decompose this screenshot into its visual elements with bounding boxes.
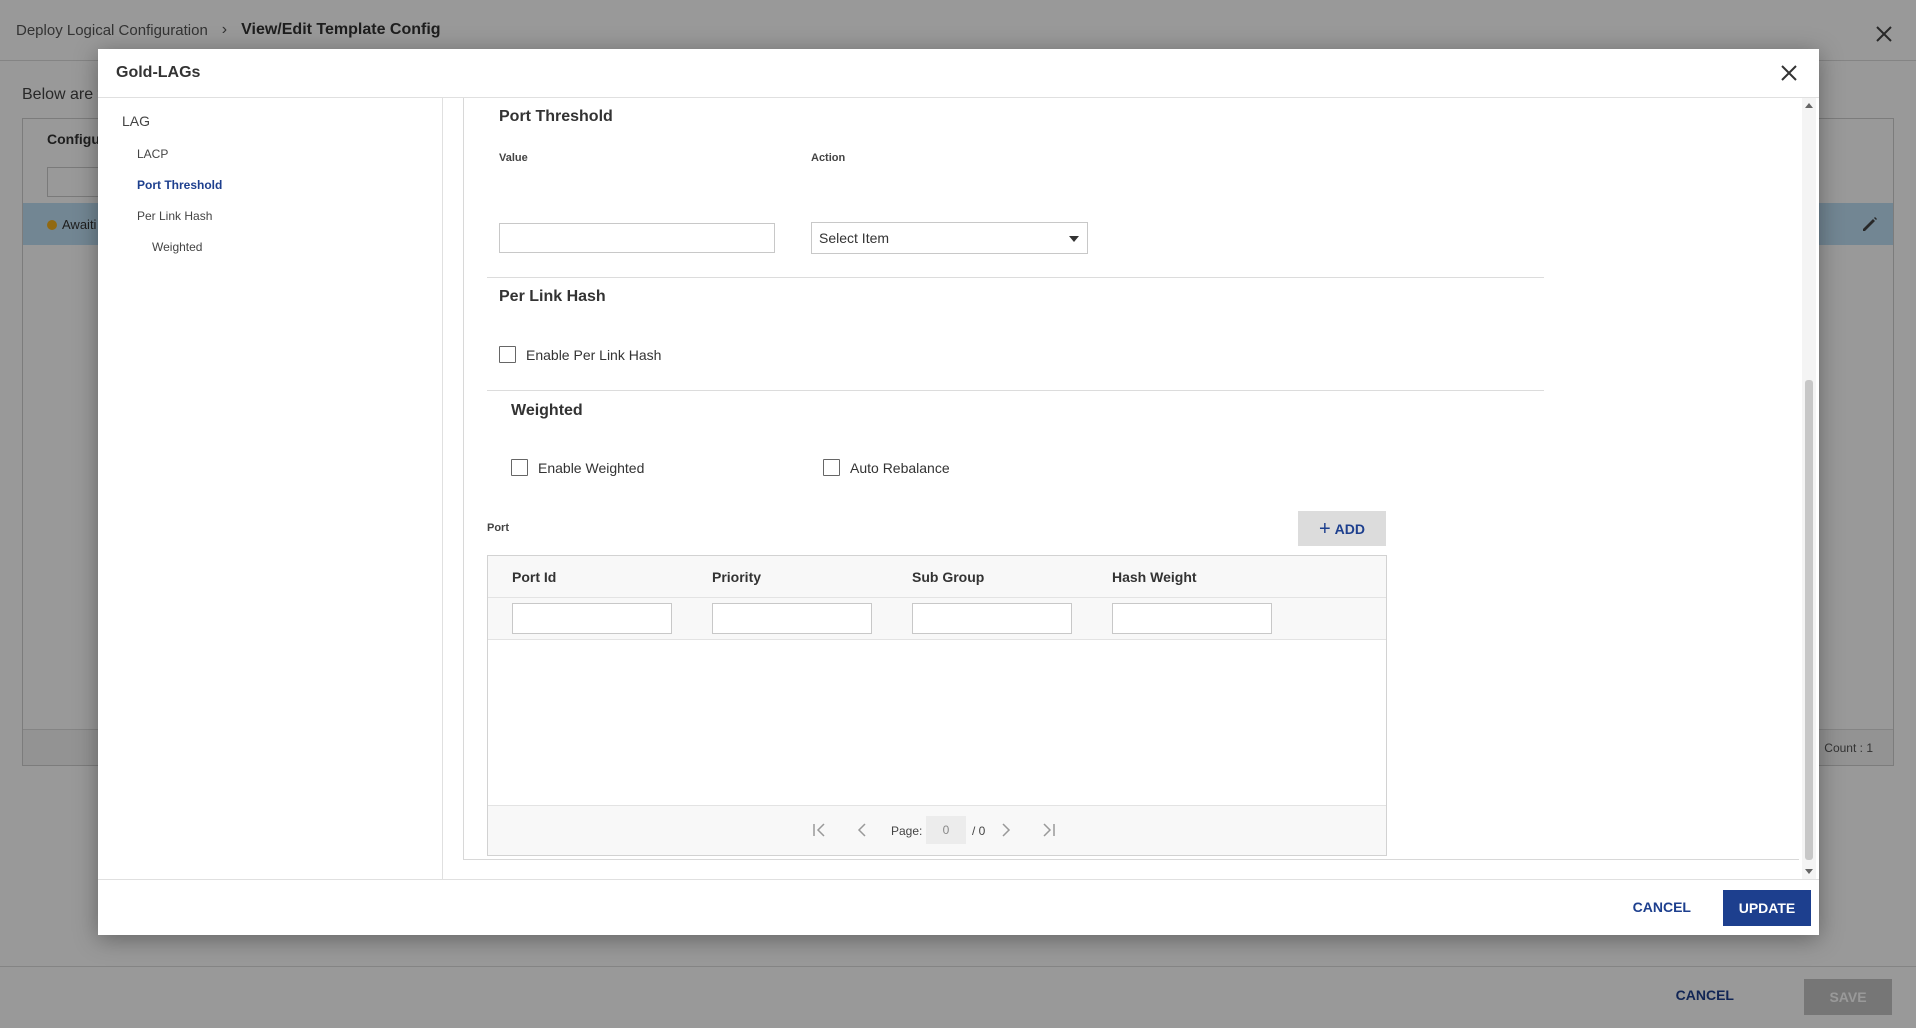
- column-header-hash-weight[interactable]: Hash Weight: [1112, 569, 1197, 585]
- port-threshold-title: Port Threshold: [499, 108, 613, 125]
- port-id-filter-input[interactable]: [512, 603, 672, 634]
- enable-weighted-checkbox[interactable]: Enable Weighted: [511, 459, 644, 476]
- nav-item-port-threshold[interactable]: Port Threshold: [137, 178, 222, 192]
- checkbox-label: Enable Weighted: [538, 459, 645, 476]
- section-divider: [487, 277, 1544, 278]
- form-scroll-area: Port Threshold Value Action Select Item …: [464, 98, 1799, 859]
- add-port-button[interactable]: + ADD: [1298, 511, 1386, 546]
- page-number-input[interactable]: 0: [926, 816, 966, 844]
- dialog-header: Gold-LAGs: [98, 49, 1819, 98]
- sub-group-filter-input[interactable]: [912, 603, 1072, 634]
- nav-item-lacp[interactable]: LACP: [137, 147, 168, 161]
- column-header-port-id[interactable]: Port Id: [512, 569, 556, 585]
- port-table: Port Id Priority Sub Group Hash Weight P…: [487, 555, 1387, 856]
- action-label: Action: [811, 152, 846, 164]
- value-label: Value: [499, 152, 528, 164]
- table-header-row: Port Id Priority Sub Group Hash Weight: [488, 556, 1386, 598]
- scroll-up-arrow-icon[interactable]: [1805, 103, 1813, 108]
- column-header-sub-group[interactable]: Sub Group: [912, 569, 984, 585]
- table-pager: Page: 0 / 0: [488, 805, 1386, 855]
- weighted-title: Weighted: [511, 402, 583, 419]
- checkbox-label: Enable Per Link Hash: [526, 346, 662, 363]
- section-divider: [487, 390, 1544, 391]
- column-header-priority[interactable]: Priority: [712, 569, 761, 585]
- hash-weight-filter-input[interactable]: [1112, 603, 1272, 634]
- checkbox-box[interactable]: [823, 459, 840, 476]
- checkbox-box[interactable]: [499, 346, 516, 363]
- first-page-icon[interactable]: [810, 821, 828, 839]
- action-select[interactable]: Select Item: [811, 222, 1088, 254]
- add-button-label: ADD: [1334, 520, 1366, 537]
- per-link-hash-title: Per Link Hash: [499, 288, 606, 305]
- dialog-title: Gold-LAGs: [116, 64, 201, 81]
- table-filter-row: [488, 598, 1386, 640]
- port-label: Port: [487, 522, 509, 534]
- value-input[interactable]: [499, 223, 775, 253]
- form-content: Port Threshold Value Action Select Item …: [463, 98, 1799, 860]
- nav-item-per-link-hash[interactable]: Per Link Hash: [137, 209, 212, 223]
- gold-lags-dialog: Gold-LAGs LAG LACP Port Threshold Per Li…: [98, 49, 1819, 935]
- nav-item-weighted[interactable]: Weighted: [152, 240, 202, 254]
- next-page-icon[interactable]: [997, 821, 1015, 839]
- cancel-button[interactable]: CANCEL: [1633, 899, 1691, 915]
- dialog-footer: CANCEL UPDATE: [98, 879, 1819, 935]
- prev-page-icon[interactable]: [853, 821, 871, 839]
- priority-filter-input[interactable]: [712, 603, 872, 634]
- section-nav: LAG LACP Port Threshold Per Link Hash We…: [98, 98, 443, 879]
- plus-icon: +: [1318, 517, 1331, 540]
- page-total: / 0: [972, 824, 986, 838]
- scrollbar-thumb[interactable]: [1805, 380, 1813, 860]
- caret-down-icon: [1069, 236, 1079, 242]
- close-icon[interactable]: [1779, 63, 1799, 83]
- nav-item-lag[interactable]: LAG: [122, 113, 150, 129]
- last-page-icon[interactable]: [1040, 821, 1058, 839]
- auto-rebalance-checkbox[interactable]: Auto Rebalance: [823, 459, 950, 476]
- action-select-value: Select Item: [819, 230, 890, 246]
- vertical-scrollbar[interactable]: [1802, 98, 1816, 879]
- update-button[interactable]: UPDATE: [1723, 890, 1811, 926]
- checkbox-label: Auto Rebalance: [850, 459, 950, 476]
- scroll-down-arrow-icon[interactable]: [1805, 869, 1813, 874]
- enable-per-link-hash-checkbox[interactable]: Enable Per Link Hash: [499, 346, 661, 363]
- page-label: Page:: [891, 824, 923, 838]
- checkbox-box[interactable]: [511, 459, 528, 476]
